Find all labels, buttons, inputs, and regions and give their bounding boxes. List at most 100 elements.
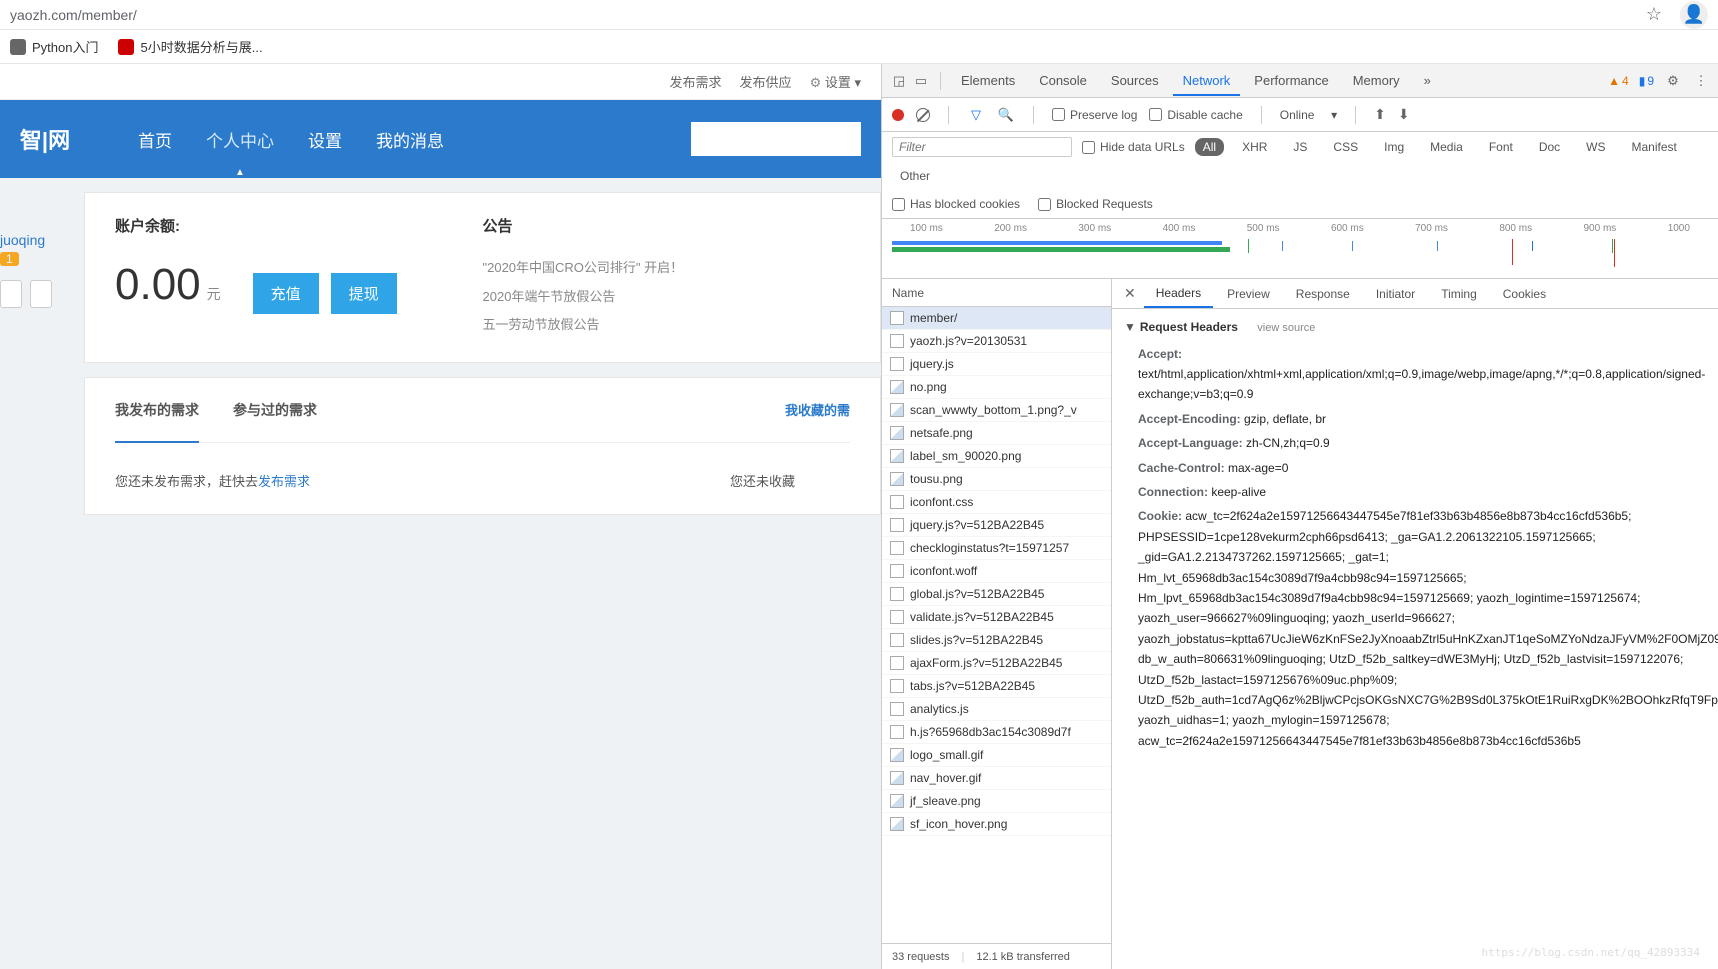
network-request-row[interactable]: tabs.js?v=512BA22B45 — [882, 675, 1111, 698]
filter-manifest[interactable]: Manifest — [1624, 138, 1685, 156]
network-request-row[interactable]: slides.js?v=512BA22B45 — [882, 629, 1111, 652]
dt-menu-icon[interactable]: ⋮ — [1692, 72, 1710, 90]
detail-tab-timing[interactable]: Timing — [1429, 281, 1489, 307]
network-request-row[interactable]: netsafe.png — [882, 422, 1111, 445]
network-request-row[interactable]: label_sm_90020.png — [882, 445, 1111, 468]
detail-tab-initiator[interactable]: Initiator — [1364, 281, 1427, 307]
dt-tab-memory[interactable]: Memory — [1343, 65, 1410, 96]
network-request-row[interactable]: h.js?65968db3ac154c3089d7f — [882, 721, 1111, 744]
close-detail-icon[interactable]: ✕ — [1118, 285, 1142, 302]
tab-favorites[interactable]: 我收藏的需 — [785, 378, 850, 442]
network-request-row[interactable]: checkloginstatus?t=15971257 — [882, 537, 1111, 560]
info-counter[interactable]: ▮9 — [1639, 74, 1654, 88]
record-icon[interactable] — [892, 109, 904, 121]
preserve-log-checkbox[interactable]: Preserve log — [1052, 108, 1137, 122]
announce-item[interactable]: 五一劳动节放假公告 — [483, 311, 851, 340]
dt-tab-performance[interactable]: Performance — [1244, 65, 1338, 96]
network-timeline[interactable]: 100 ms 200 ms 300 ms 400 ms 500 ms 600 m… — [882, 219, 1718, 279]
detail-tab-headers[interactable]: Headers — [1144, 280, 1213, 308]
filter-other[interactable]: Other — [892, 167, 938, 185]
bookmark-video[interactable]: 5小时数据分析与展... — [118, 37, 262, 56]
upload-icon[interactable]: ⬆ — [1374, 106, 1386, 123]
filter-css[interactable]: CSS — [1325, 138, 1366, 156]
network-request-row[interactable]: yaozh.js?v=20130531 — [882, 330, 1111, 353]
announce-item[interactable]: "2020年中国CRO公司排行" 开启！ — [483, 254, 851, 283]
network-request-row[interactable]: analytics.js — [882, 698, 1111, 721]
request-headers-section[interactable]: ▼Request Headers view source — [1124, 317, 1706, 338]
network-request-row[interactable]: nav_hover.gif — [882, 767, 1111, 790]
network-request-row[interactable]: no.png — [882, 376, 1111, 399]
network-request-row[interactable]: member/ — [882, 307, 1111, 330]
clear-icon[interactable] — [916, 108, 930, 122]
search-icon[interactable]: 🔍 — [997, 106, 1015, 124]
network-request-row[interactable]: iconfont.css — [882, 491, 1111, 514]
bookmark-star-icon[interactable]: ☆ — [1646, 4, 1662, 25]
publish-demand-link[interactable]: 发布需求 — [258, 474, 310, 489]
publish-supply-link[interactable]: 发布供应 — [740, 72, 792, 91]
filter-media[interactable]: Media — [1422, 138, 1471, 156]
detail-tab-response[interactable]: Response — [1284, 281, 1362, 307]
download-icon[interactable]: ⬇ — [1398, 106, 1410, 123]
network-request-row[interactable]: jquery.js — [882, 353, 1111, 376]
nav-personal-center[interactable]: 个人中心 — [198, 103, 282, 176]
network-request-row[interactable]: scan_wwwty_bottom_1.png?_v — [882, 399, 1111, 422]
network-request-row[interactable]: global.js?v=512BA22B45 — [882, 583, 1111, 606]
network-filter-input[interactable] — [892, 137, 1072, 157]
network-request-row[interactable]: tousu.png — [882, 468, 1111, 491]
dt-tab-console[interactable]: Console — [1029, 65, 1097, 96]
file-type-icon — [890, 426, 904, 440]
nav-settings[interactable]: 设置 — [300, 103, 350, 176]
profile-avatar-icon[interactable]: 👤 — [1680, 1, 1708, 29]
tab-my-published[interactable]: 我发布的需求 — [115, 378, 199, 442]
dt-tab-elements[interactable]: Elements — [951, 65, 1025, 96]
mobile-icon[interactable] — [30, 280, 52, 308]
view-source-link[interactable]: view source — [1257, 322, 1315, 334]
nav-search-input[interactable] — [691, 122, 861, 156]
filter-doc[interactable]: Doc — [1531, 138, 1568, 156]
announce-item[interactable]: 2020年端午节放假公告 — [483, 283, 851, 312]
network-request-row[interactable]: logo_small.gif — [882, 744, 1111, 767]
filter-js[interactable]: JS — [1285, 138, 1315, 156]
dt-tab-sources[interactable]: Sources — [1101, 65, 1169, 96]
publish-demand-link[interactable]: 发布需求 — [670, 72, 722, 91]
throttle-select[interactable]: Online ▾ — [1280, 108, 1337, 122]
device-toggle-icon[interactable]: ▭ — [912, 72, 930, 90]
device-icon[interactable] — [0, 280, 22, 308]
withdraw-button[interactable]: 提现 — [331, 273, 397, 314]
network-request-row[interactable]: ajaxForm.js?v=512BA22B45 — [882, 652, 1111, 675]
tab-participated[interactable]: 参与过的需求 — [233, 378, 317, 442]
network-request-row[interactable]: jf_sleave.png — [882, 790, 1111, 813]
disable-cache-checkbox[interactable]: Disable cache — [1149, 108, 1242, 122]
dt-tab-network[interactable]: Network — [1173, 65, 1241, 96]
filter-font[interactable]: Font — [1481, 138, 1521, 156]
bookmark-python[interactable]: Python入门 — [10, 37, 98, 56]
url-text[interactable]: yaozh.com/member/ — [10, 7, 1646, 23]
filter-xhr[interactable]: XHR — [1234, 138, 1275, 156]
filter-img[interactable]: Img — [1376, 138, 1412, 156]
network-request-row[interactable]: iconfont.woff — [882, 560, 1111, 583]
network-request-row[interactable]: validate.js?v=512BA22B45 — [882, 606, 1111, 629]
hide-data-urls-checkbox[interactable]: Hide data URLs — [1082, 140, 1185, 154]
blocked-cookies-checkbox[interactable]: Has blocked cookies — [892, 197, 1020, 211]
detail-tab-cookies[interactable]: Cookies — [1491, 281, 1558, 307]
filter-ws[interactable]: WS — [1578, 138, 1613, 156]
header-key: Cookie: — [1138, 509, 1182, 523]
site-logo[interactable]: 智|网 — [0, 114, 90, 164]
detail-tab-preview[interactable]: Preview — [1215, 281, 1282, 307]
filter-icon[interactable]: ▽ — [967, 106, 985, 124]
network-name-header[interactable]: Name — [882, 279, 1111, 307]
nav-home[interactable]: 首页 — [130, 103, 180, 176]
network-request-row[interactable]: sf_icon_hover.png — [882, 813, 1111, 836]
nav-messages[interactable]: 我的消息 — [368, 103, 452, 176]
settings-link[interactable]: ⚙ 设置 ▾ — [810, 72, 861, 91]
inspect-icon[interactable]: ◲ — [890, 72, 908, 90]
filter-all[interactable]: All — [1195, 138, 1224, 156]
dt-settings-icon[interactable]: ⚙ — [1664, 72, 1682, 90]
dt-tab-more[interactable]: » — [1414, 65, 1441, 96]
recharge-button[interactable]: 充值 — [253, 273, 319, 314]
file-type-icon — [890, 403, 904, 417]
blocked-requests-checkbox[interactable]: Blocked Requests — [1038, 197, 1153, 211]
request-name: jquery.js — [910, 357, 954, 371]
network-request-row[interactable]: jquery.js?v=512BA22B45 — [882, 514, 1111, 537]
warning-counter[interactable]: ▲4 — [1608, 74, 1629, 88]
